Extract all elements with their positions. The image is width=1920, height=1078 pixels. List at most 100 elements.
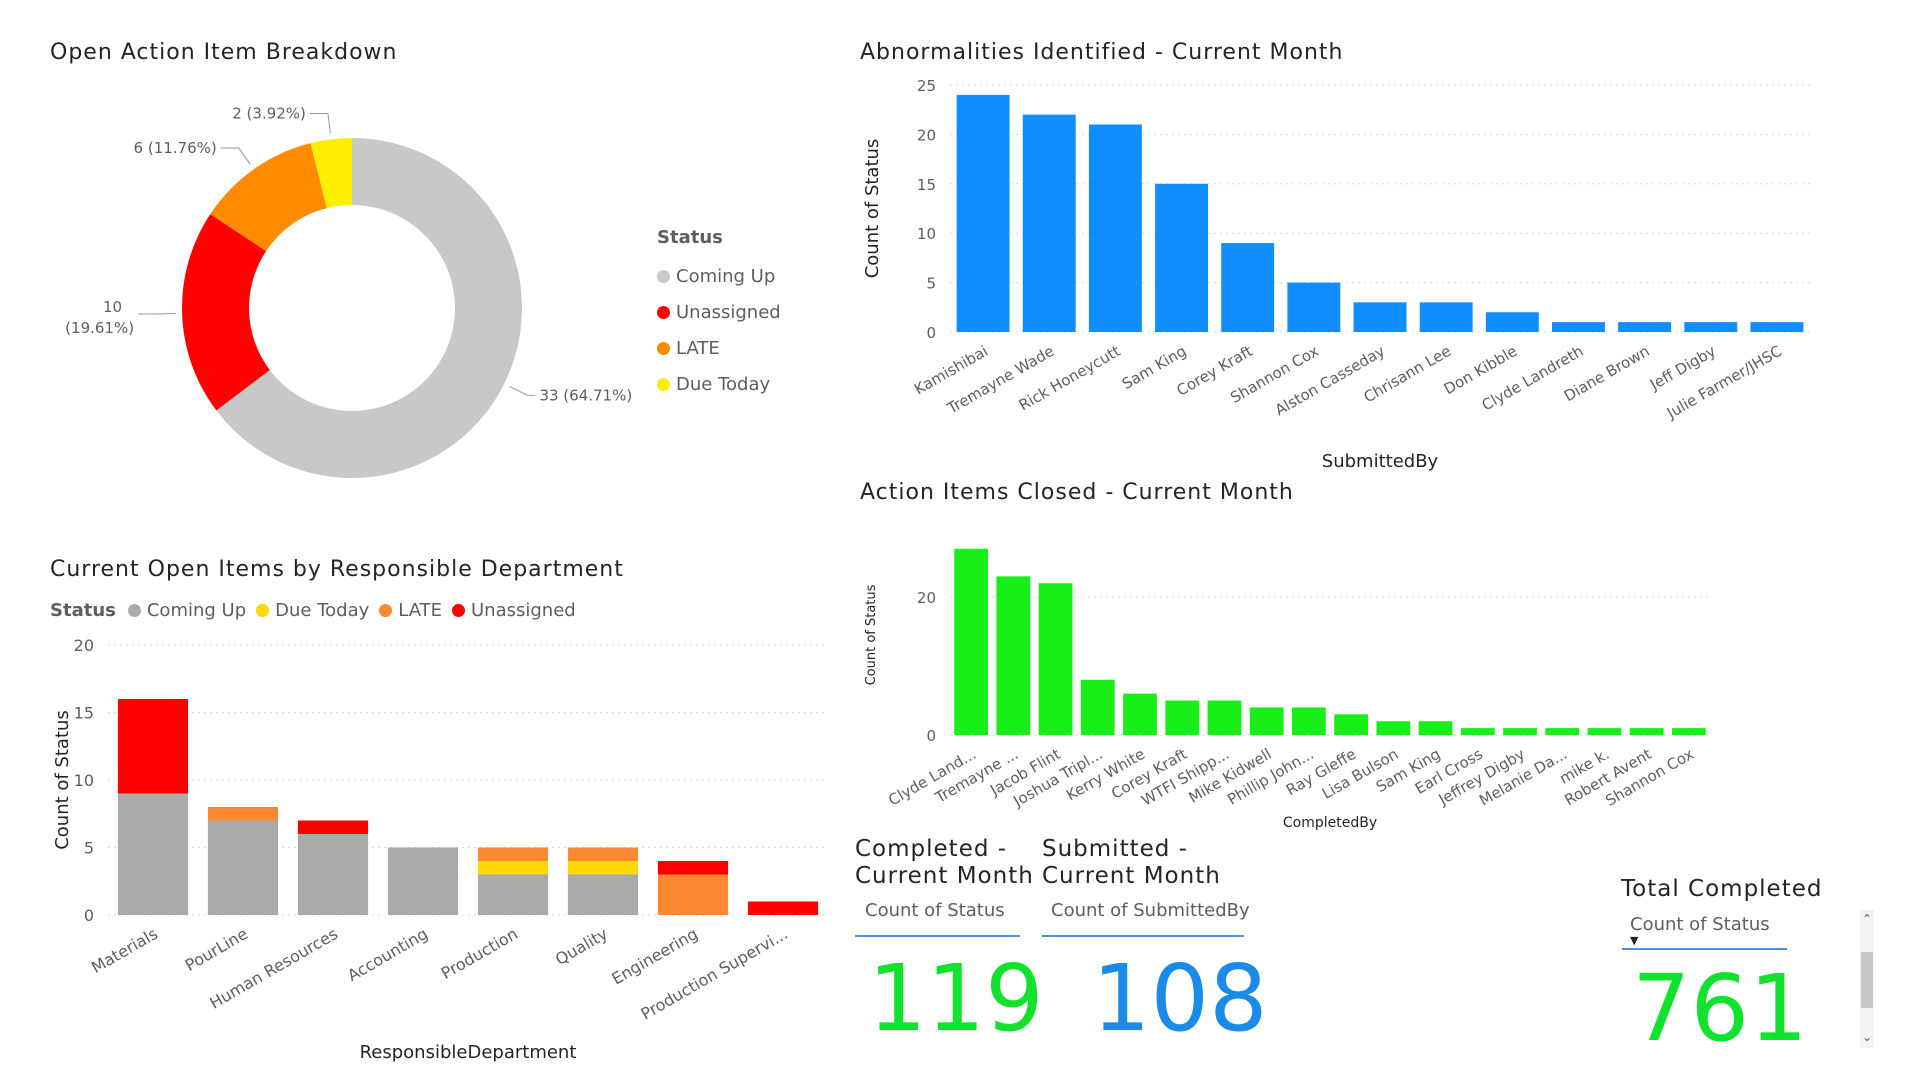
legend-item-coming-up[interactable]: Coming Up	[127, 600, 246, 621]
bar-production-supervi-unassigned[interactable]	[747, 901, 819, 916]
bar-clyde-land[interactable]	[954, 548, 988, 735]
donut-legend-title: Status	[657, 227, 723, 248]
y-axis-title: Count of Status	[862, 139, 883, 279]
dept-legend: Status Coming Up Due Today LATE Unassign…	[50, 600, 586, 621]
y-tick-label: 25	[917, 77, 936, 95]
bar-earl-cross[interactable]	[1460, 728, 1495, 735]
bar-sam-king[interactable]	[1418, 721, 1453, 735]
bar-melanie-da[interactable]	[1545, 728, 1580, 735]
scrollbar-thumb[interactable]	[1861, 952, 1873, 1008]
y-tick-label: 20	[917, 126, 936, 144]
y-tick-label: 20	[74, 636, 94, 655]
bar-production-due-today[interactable]	[477, 861, 549, 875]
legend-item-due-today[interactable]: Due Today	[256, 600, 369, 621]
submitted-card-value: 108	[1092, 945, 1268, 1052]
bar-engineering-late[interactable]	[657, 874, 729, 916]
bar-pourline-late[interactable]	[207, 807, 279, 821]
abnorm-bar-chart[interactable]: 0510152025KamishibaiTremayne WadeRick Ho…	[850, 70, 1920, 480]
bar-mike-kidwell[interactable]	[1249, 707, 1284, 735]
legend-item-due-today[interactable]: Due Today	[657, 366, 781, 402]
bar-chrisann-lee[interactable]	[1419, 302, 1473, 332]
scroll-up-icon[interactable]: ⌃	[1860, 912, 1874, 926]
bar-production-late[interactable]	[477, 847, 549, 862]
donut-data-label: 2 (3.92%)	[232, 104, 306, 122]
legend-item-late[interactable]: LATE	[379, 600, 442, 621]
bar-pourline-coming-up[interactable]	[207, 820, 279, 916]
x-tick-label: PourLine	[182, 924, 251, 975]
bar-sam-king[interactable]	[1155, 183, 1208, 332]
completed-card-value: 119	[868, 945, 1044, 1052]
bar-production-coming-up[interactable]	[477, 874, 549, 916]
closed-bar-chart[interactable]: 020Clyde Land...Tremayne ...Jacob FlintJ…	[850, 520, 1920, 840]
legend-item-unassigned[interactable]: Unassigned	[657, 294, 781, 330]
bar-jacob-flint[interactable]	[1038, 583, 1073, 735]
y-tick-label: 20	[917, 589, 936, 607]
donut-data-label: 10	[103, 298, 122, 316]
bar-joshua-tripl[interactable]	[1080, 679, 1115, 735]
bar-quality-due-today[interactable]	[567, 861, 639, 875]
bar-materials-coming-up[interactable]	[117, 793, 189, 916]
legend-item-late[interactable]: LATE	[657, 330, 781, 366]
bar-rick-honeycutt[interactable]	[1088, 124, 1142, 332]
bar-human-resources-unassigned[interactable]	[297, 820, 369, 835]
y-tick-label: 15	[917, 176, 936, 194]
x-tick-label: Accounting	[344, 924, 431, 985]
bar-diane-brown[interactable]	[1618, 322, 1672, 332]
bar-alston-casseday[interactable]	[1353, 302, 1407, 332]
submitted-card-subtitle: Count of SubmittedBy	[1051, 900, 1250, 921]
bar-engineering-unassigned[interactable]	[657, 861, 729, 875]
bar-lisa-bulson[interactable]	[1376, 721, 1411, 735]
bar-kamishibai[interactable]	[956, 94, 1010, 332]
bar-corey-kraft[interactable]	[1165, 700, 1200, 735]
bar-jeff-digby[interactable]	[1684, 322, 1738, 332]
x-tick-label: Production Supervi...	[638, 924, 791, 1024]
bar-accounting-coming-up[interactable]	[387, 847, 459, 916]
sort-desc-icon[interactable]: ▼	[1630, 934, 1638, 947]
scroll-down-icon[interactable]: ⌄	[1860, 1030, 1874, 1044]
bar-tremayne-wade[interactable]	[1022, 114, 1076, 332]
submitted-card-title-line1: Submitted -	[1042, 836, 1188, 862]
donut-leader-line	[509, 386, 536, 396]
bar-phillip-john[interactable]	[1292, 707, 1326, 735]
bar-corey-kraft[interactable]	[1221, 243, 1275, 332]
bar-shannon-cox[interactable]	[1672, 728, 1706, 735]
dept-stacked-bar-chart[interactable]: 05101520Materials PourLineHuman Resources…	[0, 630, 850, 1070]
legend-label: Unassigned	[471, 600, 576, 621]
vertical-scrollbar[interactable]: ⌃ ⌄	[1860, 910, 1874, 1048]
y-tick-label: 10	[74, 771, 94, 790]
x-axis-title: CompletedBy	[1283, 815, 1377, 831]
y-axis-title: Count of Status	[52, 710, 73, 850]
bar-wtfi-shipp[interactable]	[1207, 700, 1242, 735]
x-axis-title: SubmittedBy	[1322, 451, 1439, 472]
bar-human-resources-coming-up[interactable]	[297, 834, 369, 915]
bar-quality-late[interactable]	[567, 847, 639, 862]
donut-data-label: (19.61%)	[65, 319, 134, 337]
legend-label: LATE	[676, 337, 720, 359]
bar-ray-gleffe[interactable]	[1334, 714, 1368, 735]
bar-robert-avent[interactable]	[1629, 728, 1664, 735]
x-tick-label: Quality	[552, 924, 611, 969]
bar-clyde-landreth[interactable]	[1552, 322, 1605, 332]
donut-leader-line	[220, 147, 251, 165]
bar-jeffrey-digby[interactable]	[1503, 728, 1537, 735]
x-tick-label: Alston Casseday	[1272, 342, 1388, 419]
legend-dot	[379, 604, 393, 617]
bar-tremayne[interactable]	[996, 576, 1031, 735]
submitted-card-title-line2: Current Month	[1042, 863, 1221, 889]
bar-quality-coming-up[interactable]	[567, 874, 639, 916]
legend-dot	[127, 604, 141, 617]
bar-materials-unassigned[interactable]	[117, 699, 189, 794]
bar-shannon-cox[interactable]	[1287, 282, 1341, 332]
legend-label: Coming Up	[676, 265, 776, 287]
bar-julie-farmer-jhsc[interactable]	[1750, 322, 1804, 332]
legend-label: Due Today	[676, 373, 771, 395]
bar-mike-k[interactable]	[1587, 728, 1622, 735]
legend-dot	[657, 305, 670, 319]
legend-label: LATE	[398, 600, 442, 621]
completed-card-subtitle: Count of Status	[865, 900, 1005, 921]
bar-kerry-white[interactable]	[1123, 693, 1157, 735]
bar-don-kibble[interactable]	[1485, 312, 1539, 332]
legend-item-unassigned[interactable]: Unassigned	[452, 600, 576, 621]
legend-item-coming-up[interactable]: Coming Up	[657, 258, 781, 294]
y-tick-label: 5	[84, 839, 94, 858]
